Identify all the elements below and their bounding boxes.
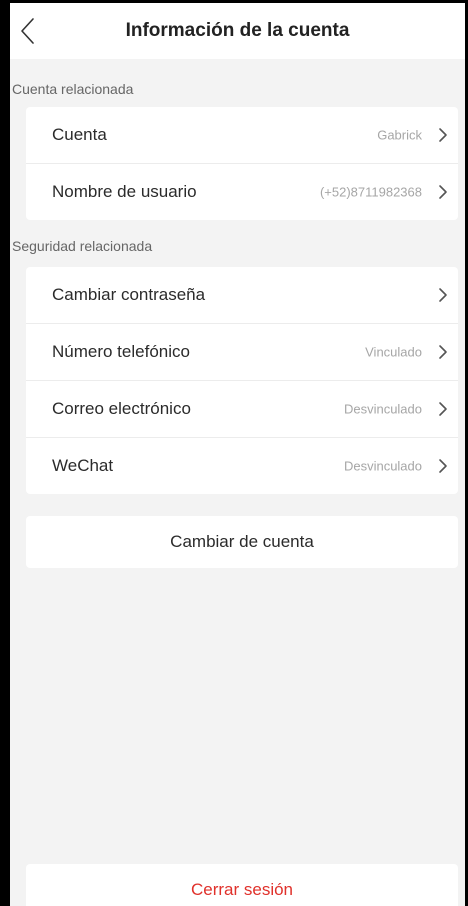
row-change-password[interactable]: Cambiar contraseña: [26, 267, 458, 323]
row-value: (+52)8711982368: [319, 184, 422, 200]
logout-button[interactable]: Cerrar sesión: [26, 864, 458, 906]
header-bar: Información de la cuenta: [10, 3, 465, 59]
row-phone-number[interactable]: Número telefónico Vinculado: [26, 323, 458, 380]
row-value: Desvinculado: [343, 401, 422, 417]
chevron-right-icon: [437, 127, 449, 143]
chevron-right-icon: [437, 287, 449, 303]
switch-account-button[interactable]: Cambiar de cuenta: [26, 516, 458, 568]
chevron-right-icon: [437, 458, 449, 474]
security-card: Cambiar contraseña Número telefónico Vin…: [26, 267, 458, 494]
row-label: WeChat: [52, 456, 114, 475]
page-title: Información de la cuenta: [125, 20, 350, 41]
row-username[interactable]: Nombre de usuario (+52)8711982368: [26, 163, 458, 220]
row-value: Vinculado: [365, 344, 422, 360]
row-label: Cambiar contraseña: [52, 285, 206, 304]
row-value: Gabrick: [377, 127, 422, 143]
row-value: Desvinculado: [343, 458, 422, 474]
section-label-security: Seguridad relacionada: [12, 238, 153, 254]
chevron-right-icon: [437, 344, 449, 360]
row-email[interactable]: Correo electrónico Desvinculado: [26, 380, 458, 437]
account-card: Cuenta Gabrick Nombre de usuario (+52)87…: [26, 107, 458, 220]
row-label: Correo electrónico: [52, 399, 191, 418]
row-label: Número telefónico: [52, 342, 190, 361]
section-label-account: Cuenta relacionada: [12, 81, 134, 97]
chevron-right-icon: [437, 184, 449, 200]
row-account[interactable]: Cuenta Gabrick: [26, 107, 458, 163]
row-label: Nombre de usuario: [52, 182, 197, 201]
chevron-right-icon: [437, 401, 449, 417]
row-label: Cuenta: [52, 125, 107, 144]
account-info-screen: Información de la cuenta Cuenta relacion…: [10, 3, 465, 906]
row-wechat[interactable]: WeChat Desvinculado: [26, 437, 458, 494]
